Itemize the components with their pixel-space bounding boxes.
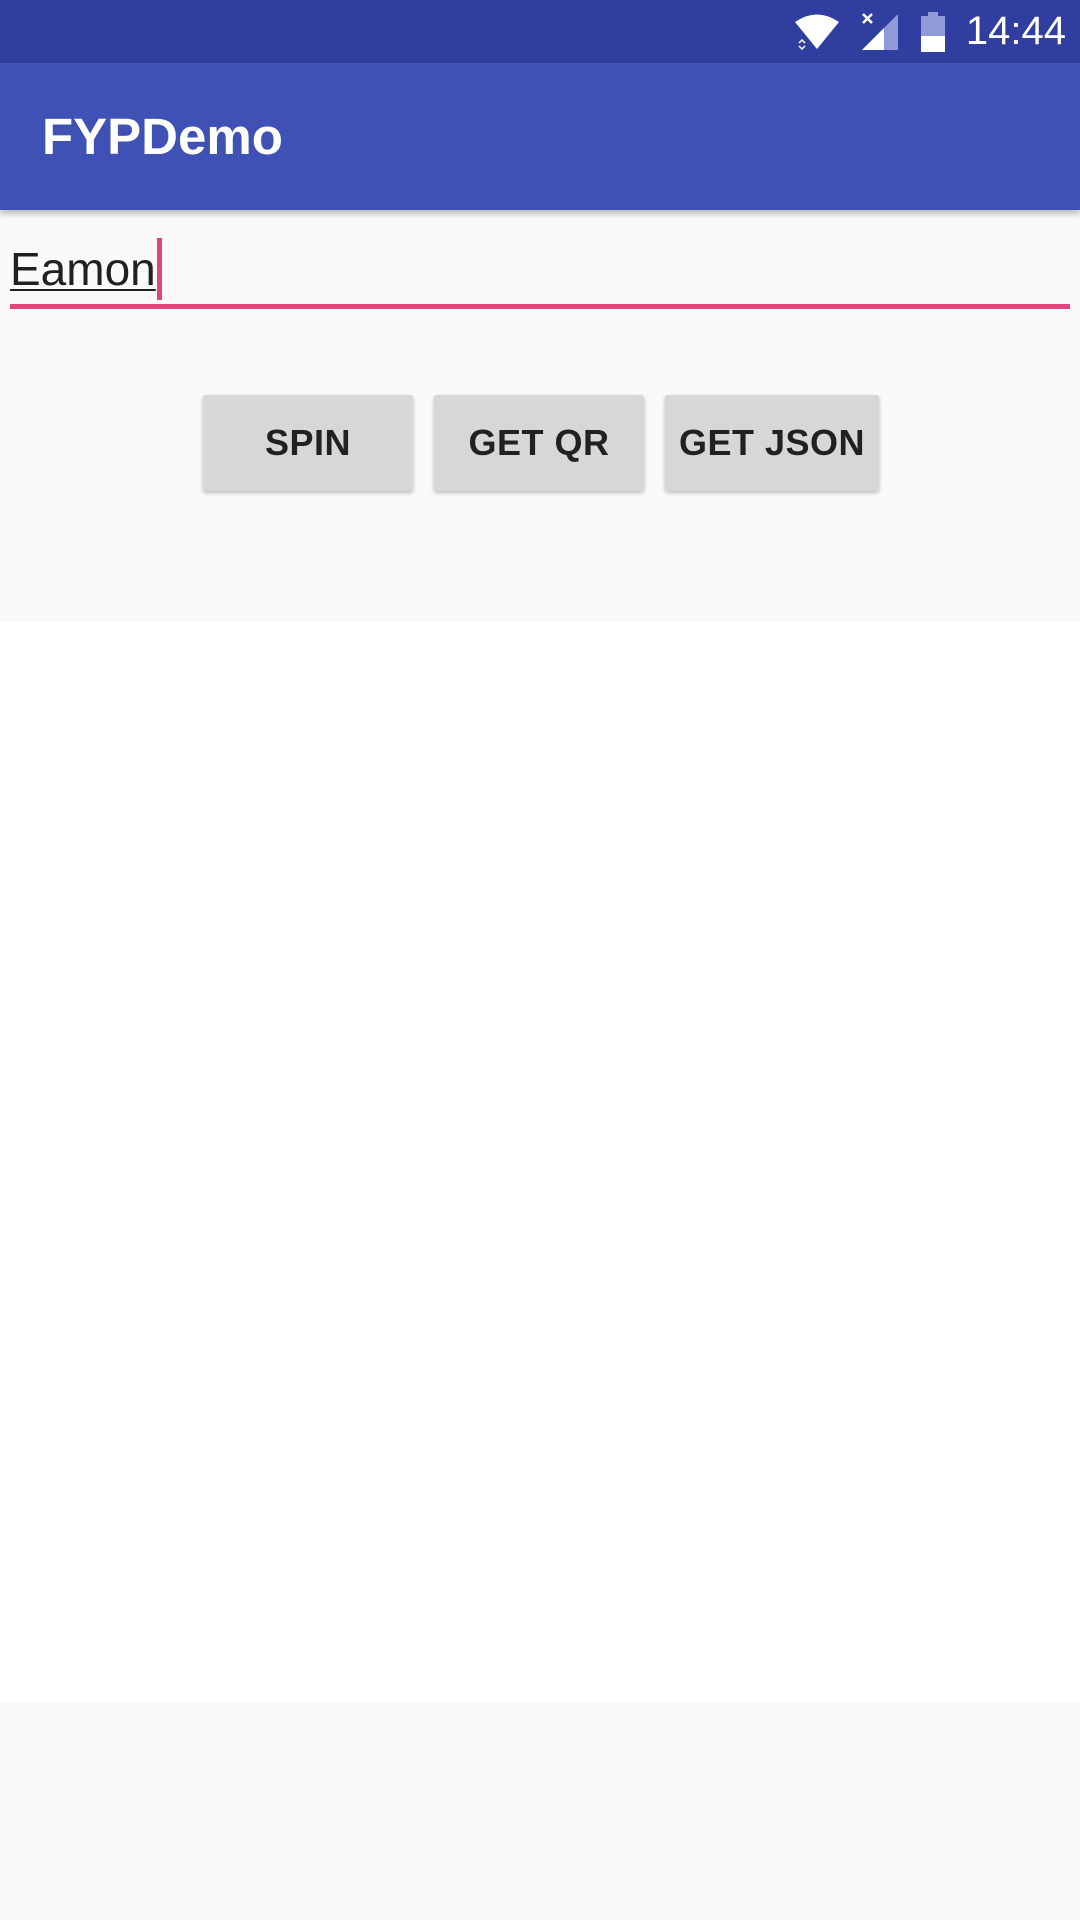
app-bar: FYPDemo — [0, 63, 1080, 210]
spin-button[interactable]: SPIN — [203, 395, 413, 491]
battery-icon — [920, 11, 945, 52]
status-bar: 14:44 — [0, 0, 1080, 63]
output-panel — [0, 622, 1080, 1702]
status-icons: 14:44 — [794, 0, 1066, 63]
name-input[interactable]: Eamon — [10, 238, 162, 300]
input-underline — [10, 304, 1070, 309]
wifi-icon — [794, 14, 839, 50]
status-time: 14:44 — [965, 9, 1066, 53]
app-title: FYPDemo — [42, 108, 283, 165]
get-qr-button[interactable]: GET QR — [434, 395, 644, 491]
bottom-area — [0, 1702, 1080, 1920]
text-cursor — [156, 238, 162, 300]
name-input-value: Eamon — [10, 243, 156, 295]
name-input-field[interactable]: Eamon — [10, 230, 1070, 310]
get-json-button[interactable]: GET JSON — [665, 395, 879, 491]
signal-icon — [861, 12, 898, 50]
